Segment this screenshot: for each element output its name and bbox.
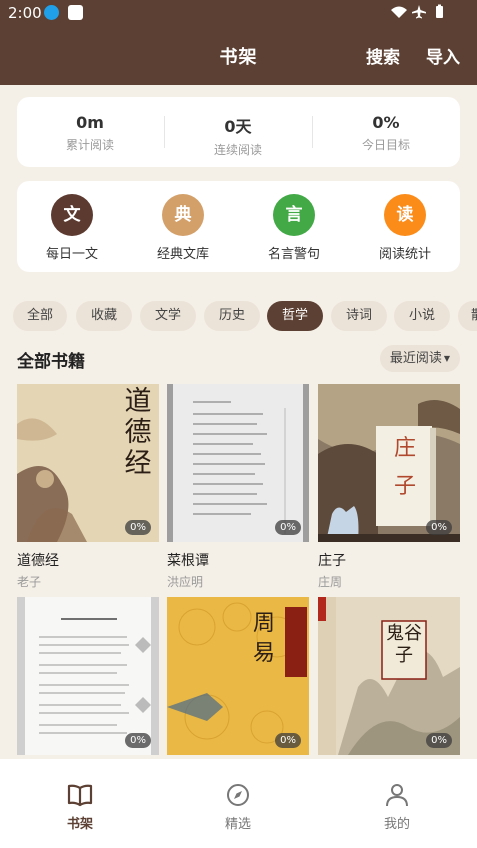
page-title: 书架 [219, 47, 258, 68]
progress-badge: 0% [125, 733, 151, 748]
quotes-icon: 言 [273, 194, 315, 236]
classics-library-icon: 典 [162, 194, 204, 236]
caret-down-icon: ▼ [443, 354, 451, 363]
import-button[interactable]: 导入 [426, 43, 460, 68]
category-chip-novel[interactable]: 小说 [394, 301, 450, 331]
book-open-icon [67, 784, 93, 807]
category-chip-all[interactable]: 全部 [13, 301, 67, 331]
book-title: 庄子 [318, 553, 346, 569]
user-icon [386, 784, 408, 807]
cover-title: 鬼谷子 [386, 623, 422, 666]
cover-art [167, 597, 309, 755]
book-card[interactable]: 道德经 0% 道德经 老子 [17, 384, 159, 590]
book-cover[interactable]: 道德经 0% [17, 384, 159, 542]
download-notification-icon [44, 5, 59, 20]
app-header: 2:00 书架 搜索 导入 [0, 0, 477, 85]
progress-badge: 0% [426, 520, 452, 535]
stat-daily-goal: 0% 今日目标 [313, 113, 459, 153]
book-title: 菜根谭 [167, 553, 209, 569]
stat-label: 今日目标 [361, 138, 410, 152]
status-time: 2:00 [8, 4, 42, 22]
cover-art [167, 384, 309, 542]
stat-total-reading: 0m 累计阅读 [17, 113, 163, 153]
reading-stats-icon: 读 [384, 194, 426, 236]
category-chip-favorites[interactable]: 收藏 [76, 301, 132, 331]
category-chip-history[interactable]: 历史 [204, 301, 260, 331]
book-card[interactable]: 鬼谷子 0% [318, 597, 460, 755]
nav-label: 书架 [66, 817, 93, 832]
status-bar: 2:00 [0, 0, 477, 26]
tool-label: 每日一文 [45, 247, 98, 262]
app-notification-icon [68, 5, 83, 20]
tool-label: 经典文库 [156, 247, 209, 262]
quick-tools-card: 文 每日一文 典 经典文库 言 名言警句 读 阅读统计 [17, 181, 460, 272]
reading-stats-card: 0m 累计阅读 0天 连续阅读 0% 今日目标 [17, 97, 460, 167]
book-card[interactable]: 0% [17, 597, 159, 755]
stat-label: 连续阅读 [213, 143, 262, 157]
book-cover[interactable]: 0% [17, 597, 159, 755]
book-author: 庄周 [318, 575, 343, 589]
book-card[interactable]: 庄子 0% 庄子 庄周 [318, 384, 460, 590]
category-tabs: 全部 收藏 文学 历史 哲学 诗词 小说 散 [13, 301, 477, 331]
book-card[interactable]: 周易 0% [167, 597, 309, 755]
tool-label: 名言警句 [267, 247, 320, 262]
nav-label: 精选 [224, 817, 251, 832]
nav-label: 我的 [383, 817, 410, 832]
book-cover[interactable]: 庄子 0% [318, 384, 460, 542]
book-author: 洪应明 [167, 575, 204, 589]
progress-badge: 0% [426, 733, 452, 748]
category-chip-prose[interactable]: 散 [458, 301, 477, 331]
book-card[interactable]: 0% 菜根谭 洪应明 [167, 384, 309, 590]
progress-badge: 0% [275, 733, 301, 748]
stat-streak: 0天 连续阅读 [165, 113, 311, 158]
cover-title: 道德经 [124, 386, 152, 479]
tool-quotes[interactable]: 言 名言警句 [239, 194, 349, 262]
stat-label: 累计阅读 [65, 138, 114, 152]
book-cover[interactable]: 周易 0% [167, 597, 309, 755]
wifi-icon [391, 6, 407, 18]
book-author: 老子 [17, 575, 42, 589]
nav-profile[interactable]: 我的 [357, 783, 437, 832]
airplane-icon [412, 5, 426, 19]
progress-badge: 0% [125, 520, 151, 535]
category-chip-poetry[interactable]: 诗词 [331, 301, 387, 331]
progress-badge: 0% [275, 520, 301, 535]
stat-value: 0天 [224, 117, 252, 136]
cover-title: 周易 [252, 611, 275, 666]
status-icons [391, 4, 443, 19]
category-chip-philosophy[interactable]: 哲学 [267, 301, 323, 331]
stat-value: 0% [372, 113, 400, 132]
stat-value: 0m [76, 113, 104, 132]
sort-label: 最近阅读 [389, 351, 442, 366]
search-button[interactable]: 搜索 [366, 43, 400, 68]
daily-article-icon: 文 [51, 194, 93, 236]
tool-label: 阅读统计 [378, 247, 431, 262]
book-title: 道德经 [17, 553, 59, 569]
section-title: 全部书籍 [17, 352, 85, 372]
tool-reading-stats[interactable]: 读 阅读统计 [350, 194, 460, 262]
cover-art [17, 597, 159, 755]
cover-title: 庄子 [393, 436, 416, 499]
nav-featured[interactable]: 精选 [198, 783, 278, 832]
tool-daily-article[interactable]: 文 每日一文 [17, 194, 127, 262]
bottom-nav: 书架 精选 我的 [0, 759, 477, 848]
book-cover[interactable]: 鬼谷子 0% [318, 597, 460, 755]
compass-icon [227, 784, 249, 806]
book-cover[interactable]: 0% [167, 384, 309, 542]
tool-classics-library[interactable]: 典 经典文库 [128, 194, 238, 262]
sort-dropdown[interactable]: 最近阅读 ▼ [380, 345, 460, 372]
nav-bookshelf[interactable]: 书架 [40, 783, 120, 832]
battery-icon [436, 6, 443, 18]
category-chip-literature[interactable]: 文学 [140, 301, 196, 331]
